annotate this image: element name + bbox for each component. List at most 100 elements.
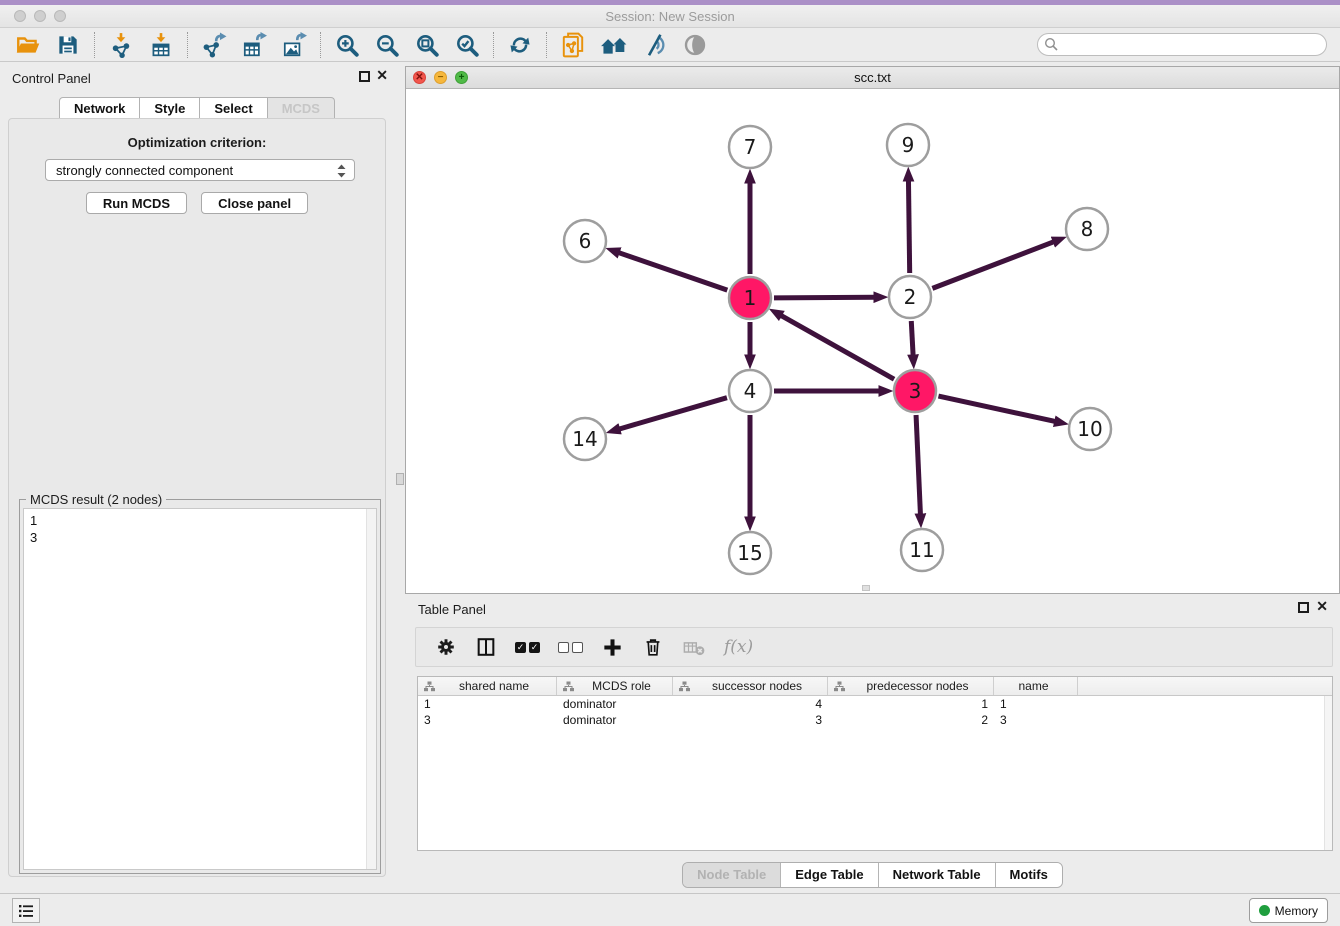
select-all-columns-button[interactable]: ✓✓: [506, 630, 549, 664]
refresh-button[interactable]: [500, 30, 540, 60]
mcds-result-group: MCDS result (2 nodes) 1 3: [19, 499, 381, 874]
graph-node-label-1: 1: [744, 286, 757, 310]
main-toolbar: [0, 28, 1340, 62]
cell-successor-nodes: 4: [673, 696, 828, 712]
graph-edge-2-9[interactable]: [908, 180, 909, 273]
table-settings-button[interactable]: [426, 630, 466, 664]
export-image-icon: [281, 32, 307, 58]
cell-successor-nodes: 3: [673, 712, 828, 728]
tab-style[interactable]: Style: [140, 97, 200, 120]
zoom-out-icon: [374, 32, 400, 58]
app-window: Session: New Session: [0, 0, 1340, 926]
memory-button[interactable]: Memory: [1249, 898, 1328, 923]
graph-edge-3-11[interactable]: [916, 415, 920, 515]
close-panel-button[interactable]: Close panel: [201, 192, 308, 214]
tab-mcds[interactable]: MCDS: [268, 97, 335, 120]
table-panel-close-button[interactable]: ✕: [1316, 598, 1328, 615]
toolbar-separator: [320, 32, 321, 58]
open-session-button[interactable]: [8, 30, 48, 60]
hierarchy-icon: [423, 680, 436, 692]
cell-predecessor-nodes: 1: [828, 696, 994, 712]
delete-table-button[interactable]: [673, 630, 715, 664]
control-panel-close-button[interactable]: ✕: [376, 67, 388, 84]
cell-name: 3: [994, 712, 1078, 728]
graph-edge-2-8[interactable]: [932, 242, 1054, 289]
tab-motifs[interactable]: Motifs: [995, 863, 1062, 887]
split-columns-button[interactable]: [466, 630, 506, 664]
panel-divider-handle[interactable]: [396, 473, 404, 485]
graph-edge-2-3[interactable]: [911, 321, 913, 356]
table-header-row: shared name MCDS role successor nodes pr…: [418, 677, 1332, 696]
graph-edge-4-14[interactable]: [619, 398, 727, 430]
column-header-name[interactable]: name: [994, 677, 1078, 695]
node-table[interactable]: shared name MCDS role successor nodes pr…: [417, 676, 1333, 851]
graph-node-label-4: 4: [744, 379, 757, 403]
column-header-successor-nodes[interactable]: successor nodes: [673, 677, 828, 695]
export-network-button[interactable]: [194, 30, 234, 60]
tab-node-table[interactable]: Node Table: [683, 863, 780, 887]
network-canvas[interactable]: 1234678910111415: [406, 89, 1339, 593]
birds-eye-view-button[interactable]: [675, 30, 715, 60]
deselect-all-columns-button[interactable]: [549, 630, 592, 664]
column-header-mcds-role[interactable]: MCDS role: [557, 677, 673, 695]
duplicate-network-icon: [560, 32, 586, 58]
table-row[interactable]: 3 dominator 3 2 3: [418, 712, 1332, 728]
control-panel-tabs: Network Style Select MCDS: [0, 97, 394, 120]
graph-edge-3-1[interactable]: [780, 315, 894, 379]
table-toolbar: ✓✓ f(x): [415, 627, 1333, 667]
zoom-fit-button[interactable]: [407, 30, 447, 60]
graph-edge-3-10[interactable]: [938, 396, 1055, 421]
graph-edge-1-6[interactable]: [618, 252, 727, 290]
duplicate-network-button[interactable]: [553, 30, 593, 60]
column-header-predecessor-nodes[interactable]: predecessor nodes: [828, 677, 994, 695]
zoom-in-button[interactable]: [327, 30, 367, 60]
search-input[interactable]: [1037, 33, 1327, 56]
graph-node-label-15: 15: [737, 541, 762, 565]
table-row[interactable]: 1 dominator 4 1 1: [418, 696, 1332, 712]
delete-column-button[interactable]: [633, 630, 673, 664]
criterion-value: strongly connected component: [56, 163, 233, 178]
tab-network[interactable]: Network: [59, 97, 140, 120]
toolbar-separator: [546, 32, 547, 58]
delete-table-icon: [682, 636, 706, 658]
zoom-out-button[interactable]: [367, 30, 407, 60]
search-icon: [1044, 37, 1059, 52]
export-image-button[interactable]: [274, 30, 314, 60]
graph-node-label-2: 2: [904, 285, 917, 309]
canvas-resize-handle[interactable]: [862, 585, 870, 591]
table-panel-float-button[interactable]: [1298, 602, 1309, 613]
table-scrollbar[interactable]: [1324, 696, 1332, 850]
import-network-button[interactable]: [101, 30, 141, 60]
import-table-button[interactable]: [141, 30, 181, 60]
save-session-button[interactable]: [48, 30, 88, 60]
zoom-fit-icon: [414, 32, 440, 58]
split-columns-icon: [475, 636, 497, 658]
graphics-details-button[interactable]: [635, 30, 675, 60]
network-graph[interactable]: 1234678910111415: [406, 89, 1339, 593]
graph-edge-1-2[interactable]: [774, 297, 875, 298]
toolbar-separator: [187, 32, 188, 58]
optimization-criterion-label: Optimization criterion:: [9, 135, 385, 150]
criterion-dropdown[interactable]: strongly connected component: [45, 159, 355, 181]
add-column-button[interactable]: [592, 630, 633, 664]
graph-node-label-11: 11: [909, 538, 934, 562]
tab-edge-table[interactable]: Edge Table: [780, 863, 877, 887]
home-layout-button[interactable]: [593, 30, 635, 60]
trash-icon: [642, 636, 664, 658]
cell-name: 1: [994, 696, 1078, 712]
control-panel-title: Control Panel: [12, 71, 91, 86]
window-title: Session: New Session: [0, 9, 1340, 24]
result-scrollbar[interactable]: [366, 509, 376, 869]
control-panel-float-button[interactable]: [359, 71, 370, 82]
mcds-result-textarea[interactable]: 1 3: [23, 508, 377, 870]
zoom-selected-button[interactable]: [447, 30, 487, 60]
graph-node-label-7: 7: [744, 135, 757, 159]
task-history-button[interactable]: [12, 898, 40, 923]
zoom-selected-icon: [454, 32, 480, 58]
column-header-shared-name[interactable]: shared name: [418, 677, 557, 695]
tab-select[interactable]: Select: [200, 97, 267, 120]
run-mcds-button[interactable]: Run MCDS: [86, 192, 187, 214]
export-table-button[interactable]: [234, 30, 274, 60]
function-builder-button[interactable]: f(x): [715, 630, 762, 664]
tab-network-table[interactable]: Network Table: [878, 863, 995, 887]
